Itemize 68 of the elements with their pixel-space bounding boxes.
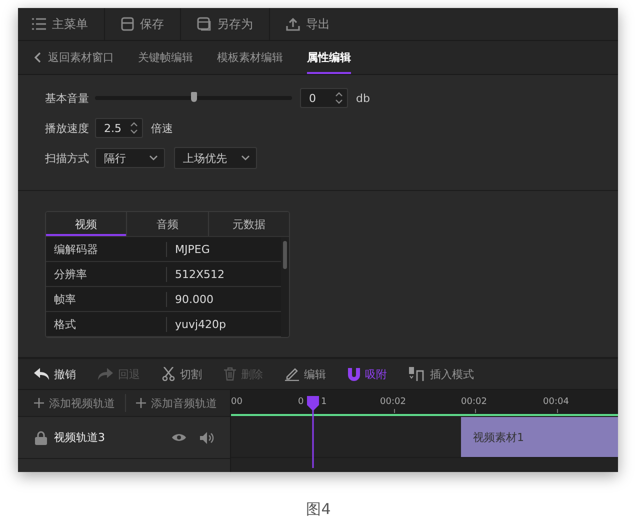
toolbar-button[interactable]: 切割 bbox=[162, 366, 202, 382]
field-label: 基本音量 bbox=[45, 90, 90, 106]
table-cell: 分辨率 bbox=[46, 266, 167, 282]
toolbar-button[interactable]: 导出 bbox=[286, 8, 346, 40]
unit-label: 倍速 bbox=[151, 120, 173, 136]
table-cell-text: 512X512 bbox=[174, 268, 225, 280]
speaker-icon[interactable] bbox=[200, 432, 214, 444]
table-cell: 格式 bbox=[46, 316, 167, 332]
chevron-down-icon bbox=[149, 155, 158, 161]
undo-icon bbox=[34, 368, 49, 380]
slider-thumb[interactable] bbox=[190, 92, 196, 102]
tab[interactable]: 元数据 bbox=[208, 212, 289, 236]
dropdown[interactable]: 隔行 bbox=[95, 148, 165, 168]
scrollbar[interactable] bbox=[283, 241, 287, 269]
table-cell-text: MJPEG bbox=[174, 242, 210, 256]
time-label: 00:02 bbox=[461, 397, 487, 407]
field-label: 扫描方式 bbox=[45, 150, 90, 166]
playhead[interactable] bbox=[305, 396, 321, 468]
toolbar-button[interactable]: 保存 bbox=[121, 8, 180, 40]
chevron-down-icon bbox=[241, 155, 250, 161]
time-label: 0 bbox=[298, 397, 304, 407]
time-label: 00 bbox=[231, 397, 242, 407]
number-field[interactable]: 2.5 bbox=[95, 118, 143, 138]
insert-icon bbox=[409, 367, 425, 381]
table-cell-text: yuvj420p bbox=[174, 318, 226, 330]
lock-icon[interactable] bbox=[35, 430, 47, 444]
toolbar-button[interactable]: 另存为 bbox=[197, 8, 269, 40]
back-link[interactable]: 返回素材窗口 bbox=[34, 50, 114, 65]
table-cell-text: 90.000 bbox=[174, 292, 214, 306]
table-cell: 编解码器 bbox=[46, 242, 167, 256]
time-label: 1 bbox=[321, 397, 327, 407]
spinner-arrows-icon bbox=[335, 91, 343, 105]
video-clip[interactable]: 视频素材1 bbox=[461, 417, 618, 457]
tab[interactable]: 音频 bbox=[126, 212, 208, 236]
unit-label: db bbox=[356, 92, 370, 104]
plus-icon bbox=[136, 398, 146, 408]
scissors-icon bbox=[162, 367, 175, 381]
eye-icon[interactable] bbox=[172, 433, 186, 442]
pencil-icon bbox=[285, 367, 299, 381]
save-icon bbox=[121, 17, 134, 31]
tab[interactable]: 关键帧编辑 bbox=[138, 41, 193, 74]
upload-icon bbox=[286, 17, 300, 31]
toolbar-button[interactable]: 主菜单 bbox=[32, 8, 104, 40]
toolbar-button[interactable]: 编辑 bbox=[285, 366, 326, 382]
number-field[interactable]: 0 bbox=[300, 88, 348, 108]
field-label: 播放速度 bbox=[45, 120, 90, 136]
time-label: 00:04 bbox=[543, 397, 569, 407]
save-as-icon bbox=[197, 17, 211, 31]
tab[interactable]: 视频 bbox=[46, 212, 126, 236]
chevron-left-icon bbox=[34, 52, 41, 63]
toolbar-button[interactable]: 插入模式 bbox=[409, 366, 474, 382]
trash-icon bbox=[224, 367, 236, 381]
magnet-icon bbox=[348, 368, 360, 380]
dropdown[interactable]: 上场优先 bbox=[174, 147, 257, 169]
plus-icon bbox=[34, 398, 44, 408]
time-label: 00:02 bbox=[380, 397, 406, 407]
add-track-button[interactable]: 添加音频轨道 bbox=[136, 396, 217, 410]
add-track-button[interactable]: 添加视频轨道 bbox=[34, 396, 115, 410]
tab[interactable]: 模板素材编辑 bbox=[217, 41, 283, 74]
toolbar-button[interactable]: 撤销 bbox=[34, 366, 76, 382]
tab[interactable]: 属性编辑 bbox=[307, 41, 351, 74]
redo-icon bbox=[98, 368, 113, 380]
spinner-arrows-icon bbox=[130, 121, 138, 135]
table-cell: 帧率 bbox=[46, 292, 167, 306]
figure-caption: 图4 bbox=[305, 500, 332, 519]
toolbar-button[interactable]: 吸附 bbox=[348, 366, 387, 382]
track-name: 视频轨道3 bbox=[54, 430, 106, 445]
menu-icon bbox=[32, 18, 46, 30]
